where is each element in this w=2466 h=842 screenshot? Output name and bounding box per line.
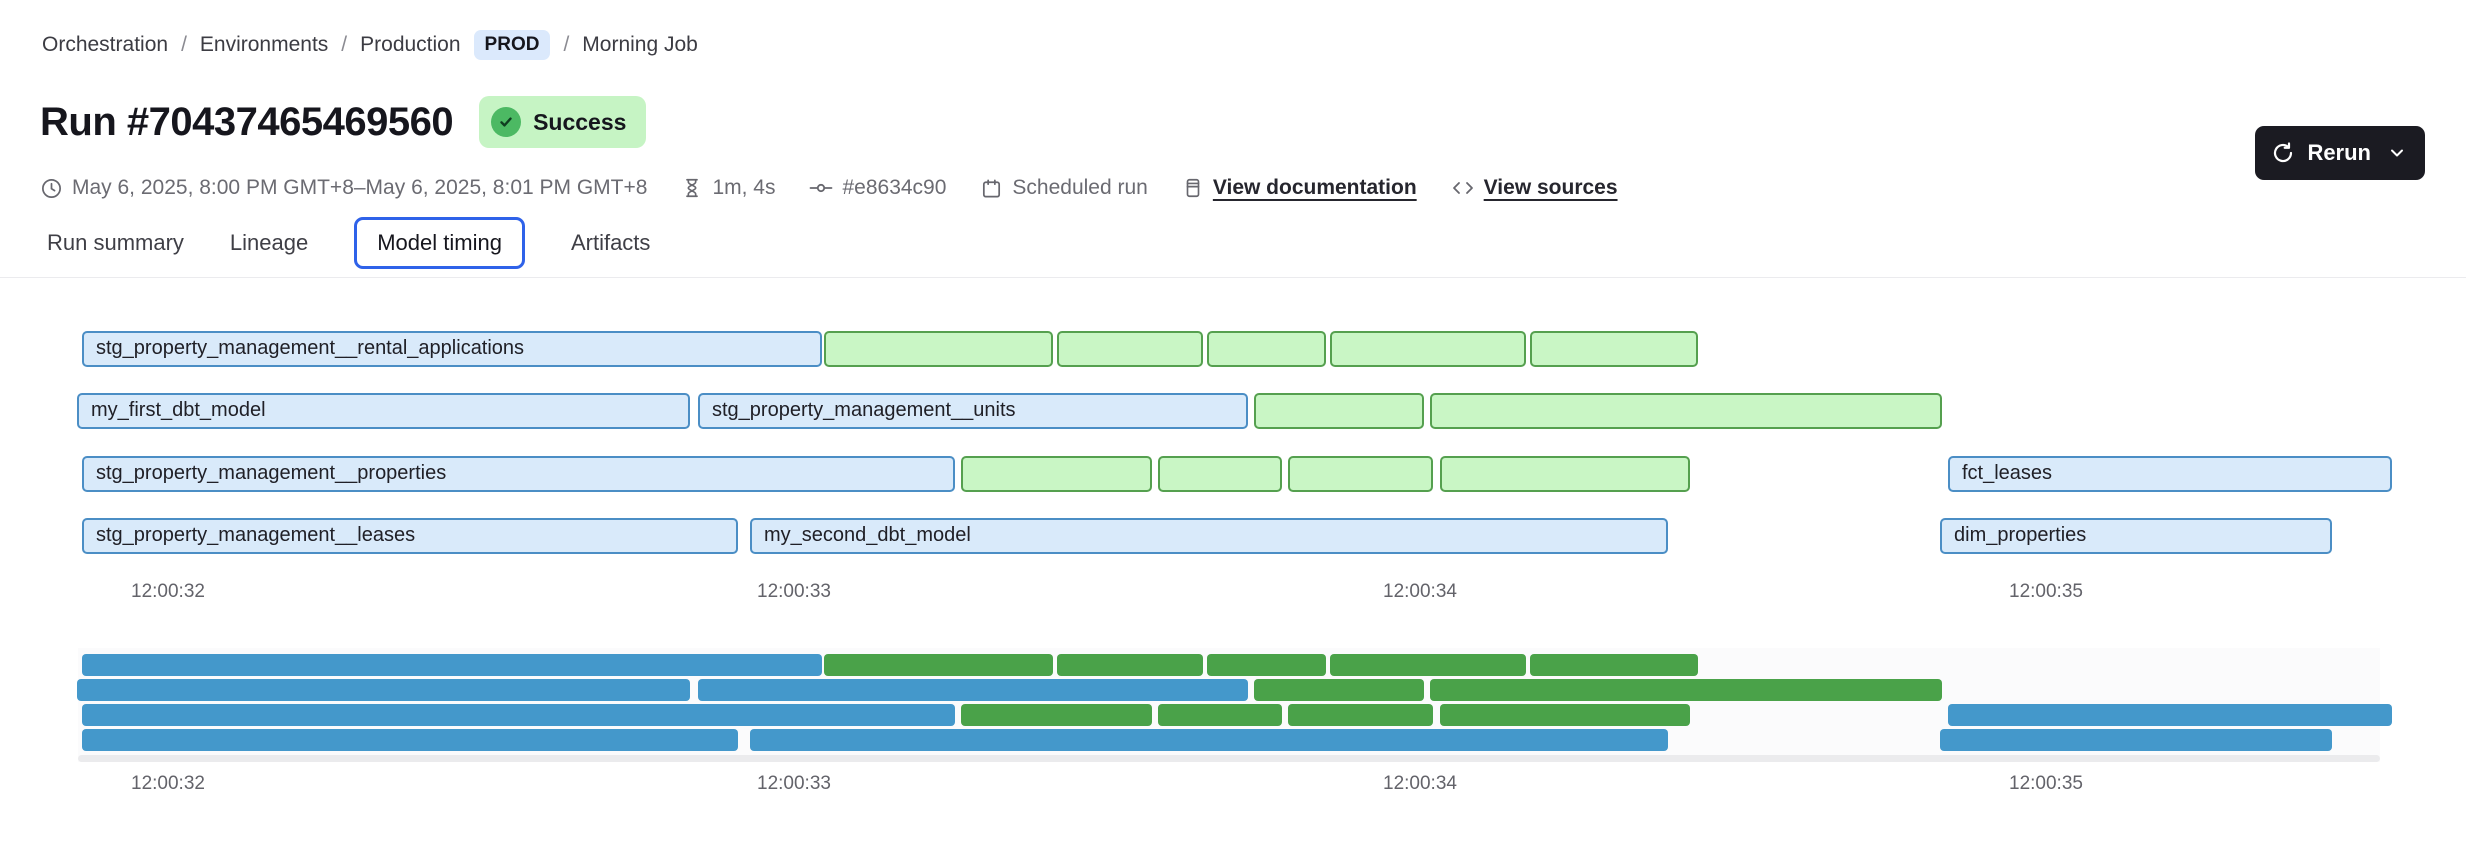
minimap-bar[interactable]: [1254, 679, 1424, 701]
gantt-bar[interactable]: [1254, 393, 1424, 429]
gantt-bar[interactable]: [1288, 456, 1433, 492]
commit-hash: #e8634c90: [809, 176, 946, 200]
minimap-bar[interactable]: [1440, 704, 1690, 726]
view-documentation-link[interactable]: View documentation: [1182, 176, 1417, 200]
breadcrumb-separator: /: [341, 33, 347, 57]
model-timing-panel: stg_property_management__rental_applicat…: [0, 278, 2466, 842]
gantt-bar-stg_property_management__properties[interactable]: stg_property_management__properties: [82, 456, 955, 492]
minimap-tick-label: 12:00:35: [2009, 773, 2083, 795]
scrollbar-track[interactable]: [78, 755, 2380, 762]
gantt-bar[interactable]: [961, 456, 1152, 492]
gantt-bar[interactable]: [1430, 393, 1942, 429]
minimap-bar[interactable]: [1330, 654, 1526, 676]
gantt-bar-my_first_dbt_model[interactable]: my_first_dbt_model: [77, 393, 690, 429]
run-duration: 1m, 4s: [681, 176, 775, 200]
title-row: Run #70437465469560 Success: [40, 96, 646, 148]
tab-lineage[interactable]: Lineage: [230, 220, 308, 266]
minimap-bar-stg_property_management__properties[interactable]: [82, 704, 955, 726]
minimap-bar-stg_property_management__rental_applications[interactable]: [82, 654, 822, 676]
clock-icon: [40, 177, 63, 200]
breadcrumb-orchestration[interactable]: Orchestration: [42, 33, 168, 57]
breadcrumb: Orchestration / Environments / Productio…: [42, 30, 698, 60]
minimap-bar-my_first_dbt_model[interactable]: [77, 679, 690, 701]
run-trigger: Scheduled run: [980, 176, 1147, 200]
calendar-icon: [980, 177, 1003, 200]
gantt-bar-fct_leases[interactable]: fct_leases: [1948, 456, 2392, 492]
gantt-bar[interactable]: [824, 331, 1053, 367]
minimap-bar-dim_properties[interactable]: [1940, 729, 2332, 751]
minimap-bar[interactable]: [1288, 704, 1433, 726]
breadcrumb-production[interactable]: Production: [360, 33, 460, 57]
commit-icon: [809, 176, 833, 200]
gantt-bar[interactable]: [1330, 331, 1526, 367]
minimap-tick-label: 12:00:33: [757, 773, 831, 795]
code-icon: [1451, 176, 1475, 200]
tab-artifacts[interactable]: Artifacts: [571, 220, 650, 266]
breadcrumb-separator: /: [563, 33, 569, 57]
breadcrumb-current-job: Morning Job: [582, 33, 698, 57]
refresh-icon: [2271, 141, 2295, 165]
check-circle-icon: [491, 107, 521, 137]
minimap-bar[interactable]: [1530, 654, 1698, 676]
run-meta-row: May 6, 2025, 8:00 PM GMT+8–May 6, 2025, …: [40, 176, 1618, 200]
tab-run-summary[interactable]: Run summary: [47, 220, 184, 266]
minimap-bar[interactable]: [1207, 654, 1326, 676]
hourglass-icon: [681, 177, 703, 199]
gantt-bar-my_second_dbt_model[interactable]: my_second_dbt_model: [750, 518, 1668, 554]
documentation-icon: [1182, 177, 1204, 199]
axis-tick-label: 12:00:34: [1383, 581, 1457, 603]
tab-model-timing[interactable]: Model timing: [354, 217, 525, 269]
minimap-bar[interactable]: [1158, 704, 1282, 726]
gantt-bar[interactable]: [1530, 331, 1698, 367]
minimap-bar-stg_property_management__leases[interactable]: [82, 729, 738, 751]
minimap-bar-my_second_dbt_model[interactable]: [750, 729, 1668, 751]
status-badge-label: Success: [533, 109, 626, 136]
gantt-bar[interactable]: [1057, 331, 1203, 367]
axis-tick-label: 12:00:32: [131, 581, 205, 603]
prod-env-badge: PROD: [474, 30, 551, 60]
gantt-bar[interactable]: [1158, 456, 1282, 492]
status-badge: Success: [479, 96, 646, 148]
run-time-range: May 6, 2025, 8:00 PM GMT+8–May 6, 2025, …: [40, 176, 647, 200]
page-title: Run #70437465469560: [40, 100, 453, 145]
axis-tick-label: 12:00:33: [757, 581, 831, 603]
minimap-bar[interactable]: [1430, 679, 1942, 701]
gantt-bar-stg_property_management__units[interactable]: stg_property_management__units: [698, 393, 1248, 429]
axis-tick-label: 12:00:35: [2009, 581, 2083, 603]
view-sources-link[interactable]: View sources: [1451, 176, 1618, 200]
breadcrumb-separator: /: [181, 33, 187, 57]
gantt-bar-stg_property_management__rental_applications[interactable]: stg_property_management__rental_applicat…: [82, 331, 822, 367]
run-tabs: Run summary Lineage Model timing Artifac…: [47, 217, 650, 269]
gantt-bar[interactable]: [1207, 331, 1326, 367]
minimap-tick-label: 12:00:34: [1383, 773, 1457, 795]
breadcrumb-environments[interactable]: Environments: [200, 33, 328, 57]
minimap-bar[interactable]: [824, 654, 1053, 676]
minimap-bar-stg_property_management__units[interactable]: [698, 679, 1248, 701]
minimap-bar[interactable]: [961, 704, 1152, 726]
minimap-bar-fct_leases[interactable]: [1948, 704, 2392, 726]
gantt-bar-stg_property_management__leases[interactable]: stg_property_management__leases: [82, 518, 738, 554]
gantt-bar[interactable]: [1440, 456, 1690, 492]
rerun-button[interactable]: Rerun: [2255, 126, 2425, 180]
minimap-tick-label: 12:00:32: [131, 773, 205, 795]
chevron-down-icon[interactable]: [2387, 143, 2407, 163]
gantt-bar-dim_properties[interactable]: dim_properties: [1940, 518, 2332, 554]
minimap-bar[interactable]: [1057, 654, 1203, 676]
rerun-button-label: Rerun: [2307, 140, 2371, 166]
